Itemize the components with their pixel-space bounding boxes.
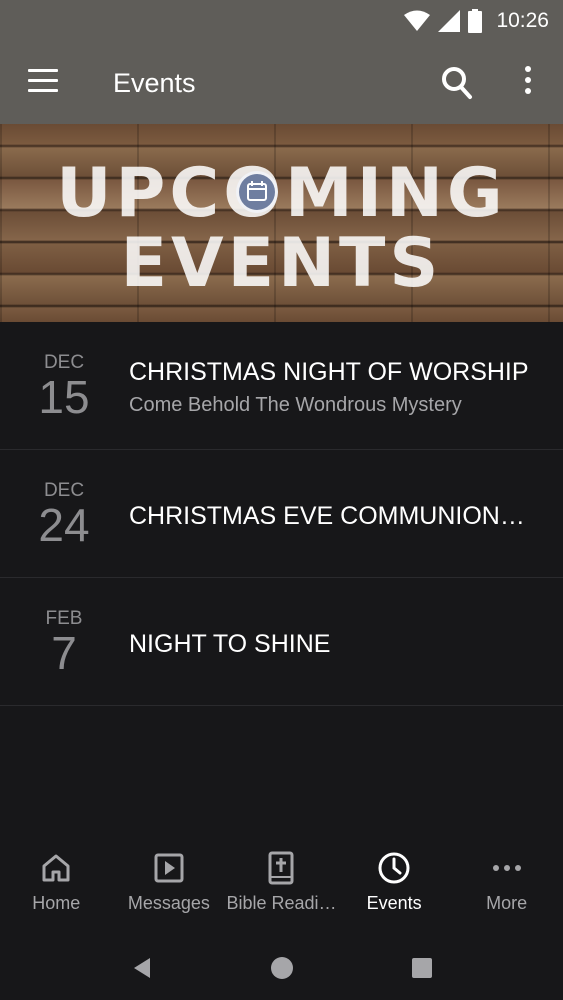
home-circle-icon[interactable] [268,954,296,982]
bible-icon [268,851,294,885]
status-time: 10:26 [496,9,549,32]
nav-label: Events [366,893,422,913]
nav-events[interactable]: Events [338,840,451,940]
clock-icon [378,852,410,884]
event-list: DEC 15 CHRISTMAS NIGHT OF WORSHIP Come B… [0,322,563,706]
nav-label: More [486,893,528,913]
hamburger-menu-icon[interactable] [28,69,60,97]
event-item[interactable]: DEC 24 CHRISTMAS EVE COMMUNION… [0,450,563,578]
app-bar: Events [0,42,563,124]
event-item[interactable]: DEC 15 CHRISTMAS NIGHT OF WORSHIP Come B… [0,322,563,450]
hero-title-line2: EVENTS [120,224,443,303]
more-dots-icon [492,865,521,871]
status-bar: 10:26 [0,0,563,42]
system-navigation-bar [0,940,563,1000]
event-title: CHRISTMAS EVE COMMUNION… [129,502,525,530]
nav-label: Bible Readi… [226,893,337,913]
overflow-menu-icon[interactable] [518,66,538,100]
event-title: CHRISTMAS NIGHT OF WORSHIP [129,358,529,386]
events-hero-banner: UPCOMING EVENTS [0,124,563,322]
event-title: NIGHT TO SHINE [129,630,331,658]
recents-icon[interactable] [408,954,436,982]
event-day: 15 [38,371,90,423]
event-subtitle: Come Behold The Wondrous Mystery [129,394,462,416]
event-day: 24 [38,499,90,551]
nav-label: Messages [127,893,210,913]
signal-icon [438,10,461,32]
page-title: Events [113,68,196,98]
wifi-icon [404,10,431,31]
hero-title-line1: UPCOMING [56,154,507,233]
calendar-icon [236,171,278,213]
search-icon[interactable] [441,66,473,100]
event-day: 7 [51,627,77,679]
nav-more[interactable]: More [450,840,563,940]
play-icon [154,853,184,883]
home-icon [42,854,70,882]
battery-icon [468,9,483,33]
bottom-navigation: Home Messages Bible Readi… Events More [0,840,563,940]
nav-label: Home [32,893,81,913]
nav-bible-reading[interactable]: Bible Readi… [225,840,338,940]
nav-messages[interactable]: Messages [113,840,226,940]
nav-home[interactable]: Home [0,840,113,940]
back-icon[interactable] [128,954,156,982]
event-item[interactable]: FEB 7 NIGHT TO SHINE [0,578,563,706]
